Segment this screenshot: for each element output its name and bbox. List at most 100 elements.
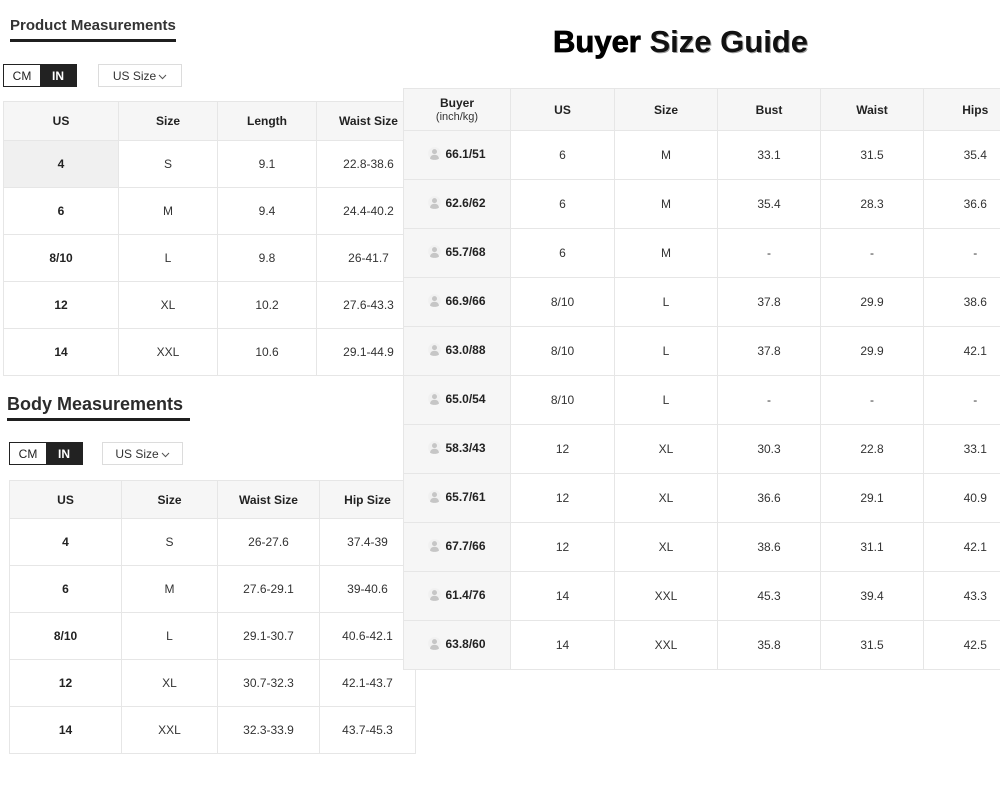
buyer-label: 61.4/76 — [428, 587, 486, 602]
column-header-unit: (inch/kg) — [435, 111, 479, 123]
table-row: 67.7/66 12 XL 38.6 31.1 42.1 — [403, 522, 1000, 572]
us-cell: 14 — [510, 571, 615, 621]
size-cell: XXL — [614, 620, 718, 670]
user-avatar-icon — [428, 490, 442, 504]
size-system-dropdown[interactable]: US Size — [102, 442, 183, 465]
user-avatar-icon — [428, 637, 442, 651]
buyer-height-weight: 66.1/51 — [445, 146, 486, 161]
title-part-buyer: Buyer — [553, 24, 642, 59]
buyer-cell: 65.7/68 — [403, 228, 511, 278]
table-row: 6 M 9.4 24.4-40.2 — [3, 187, 421, 235]
table-row: 61.4/76 14 XXL 45.3 39.4 43.3 — [403, 571, 1000, 621]
size-cell: XXL — [118, 328, 218, 376]
buyer-size-guide-table: Buyer (inch/kg) US Size Bust Waist Hips 66.1/5… — [403, 88, 1000, 670]
length-cell: 10.2 — [217, 281, 317, 329]
table-row: 65.7/61 12 XL 36.6 29.1 40.9 — [403, 473, 1000, 523]
us-cell: 12 — [510, 473, 615, 523]
buyer-cell: 65.0/54 — [403, 375, 511, 425]
buyer-column-header: Buyer (inch/kg) — [403, 88, 511, 131]
waist-size-cell: 27.6-29.1 — [217, 565, 320, 613]
table-row: 63.8/60 14 XXL 35.8 31.5 42.5 — [403, 620, 1000, 670]
buyer-label: 63.0/88 — [428, 343, 486, 357]
buyer-cell: 61.4/76 — [403, 571, 511, 621]
buyer-label: 66.1/51 — [428, 146, 486, 161]
hips-cell: 35.4 — [923, 130, 1000, 180]
waist-size-cell: 32.3-33.9 — [217, 706, 320, 754]
buyer-height-weight: 66.9/66 — [445, 293, 486, 308]
user-avatar-icon — [428, 245, 442, 259]
cm-unit-button[interactable]: CM — [4, 65, 40, 86]
in-unit-button[interactable]: IN — [46, 443, 82, 464]
hips-cell: - — [923, 228, 1000, 278]
table-header-row: Buyer (inch/kg) US Size Bust Waist Hips — [403, 88, 1000, 131]
table-row: 12 XL 10.2 27.6-43.3 — [3, 281, 421, 329]
bust-cell: - — [717, 228, 821, 278]
title-underline — [7, 418, 190, 421]
table-row: 66.1/51 6 M 33.1 31.5 35.4 — [403, 130, 1000, 180]
length-column-header: Length — [217, 101, 317, 141]
waist-cell: - — [820, 375, 924, 425]
us-cell: 12 — [510, 522, 615, 572]
table-header-row: US Size Length Waist Size — [3, 101, 421, 141]
table-row: 66.9/66 8/10 L 37.8 29.9 38.6 — [403, 277, 1000, 327]
waist-size-cell: 26-27.6 — [217, 518, 320, 566]
length-cell: 9.1 — [217, 140, 317, 188]
size-column-header: Size — [614, 88, 718, 131]
hips-cell: 42.1 — [923, 326, 1000, 376]
hips-cell: 43.3 — [923, 571, 1000, 621]
buyer-label: 58.3/43 — [428, 441, 486, 455]
in-unit-button[interactable]: IN — [40, 65, 76, 86]
buyer-height-weight: 63.8/60 — [445, 636, 486, 651]
waist-cell: - — [820, 228, 924, 278]
table-row: 12 XL 30.7-32.3 42.1-43.7 — [9, 659, 416, 707]
us-column-header: US — [9, 480, 122, 519]
us-cell: 8/10 — [510, 326, 615, 376]
hips-cell: 33.1 — [923, 424, 1000, 474]
us-cell: 4 — [9, 518, 122, 566]
table-row: 65.0/54 8/10 L - - - — [403, 375, 1000, 425]
size-system-dropdown[interactable]: US Size — [98, 64, 182, 87]
us-cell: 12 — [3, 281, 119, 329]
hip-size-cell: 40.6-42.1 — [319, 612, 416, 660]
buyer-cell: 58.3/43 — [403, 424, 511, 474]
buyer-height-weight: 61.4/76 — [445, 587, 486, 602]
table-row: 62.6/62 6 M 35.4 28.3 36.6 — [403, 179, 1000, 229]
buyer-height-weight: 65.7/61 — [445, 489, 486, 504]
table-header-row: US Size Waist Size Hip Size — [9, 480, 416, 519]
user-avatar-icon — [428, 196, 442, 210]
cm-unit-button[interactable]: CM — [10, 443, 46, 464]
size-cell: M — [121, 565, 218, 613]
buyer-cell: 66.1/51 — [403, 130, 511, 180]
size-cell: L — [121, 612, 218, 660]
buyer-cell: 65.7/61 — [403, 473, 511, 523]
waist-cell: 31.5 — [820, 130, 924, 180]
buyer-cell: 63.8/60 — [403, 620, 511, 670]
hips-cell: 40.9 — [923, 473, 1000, 523]
waist-cell: 22.8 — [820, 424, 924, 474]
hip-size-cell: 39-40.6 — [319, 565, 416, 613]
size-cell: XXL — [121, 706, 218, 754]
table-row: 8/10 L 29.1-30.7 40.6-42.1 — [9, 612, 416, 660]
user-avatar-icon — [428, 147, 442, 161]
size-cell: XL — [614, 522, 718, 572]
us-cell: 4 — [3, 140, 119, 188]
us-cell: 8/10 — [510, 375, 615, 425]
hips-cell: 36.6 — [923, 179, 1000, 229]
us-cell: 14 — [510, 620, 615, 670]
waist-cell: 29.9 — [820, 326, 924, 376]
us-column-header: US — [510, 88, 615, 131]
buyer-cell: 62.6/62 — [403, 179, 511, 229]
hips-cell: - — [923, 375, 1000, 425]
us-cell: 6 — [510, 228, 615, 278]
table-row: 6 M 27.6-29.1 39-40.6 — [9, 565, 416, 613]
body-measurements-table: US Size Waist Size Hip Size 4 S 26-27.6 37.4-3… — [9, 480, 416, 754]
user-avatar-icon — [428, 441, 442, 455]
bust-cell: - — [717, 375, 821, 425]
hip-size-cell: 37.4-39 — [319, 518, 416, 566]
product-measurements-table: US Size Length Waist Size 4 S 9.1 22.8-38.6 6 M 9… — [3, 101, 421, 376]
user-avatar-icon — [428, 539, 442, 553]
size-cell: XL — [118, 281, 218, 329]
bust-cell: 36.6 — [717, 473, 821, 523]
bust-cell: 45.3 — [717, 571, 821, 621]
us-cell: 6 — [9, 565, 122, 613]
